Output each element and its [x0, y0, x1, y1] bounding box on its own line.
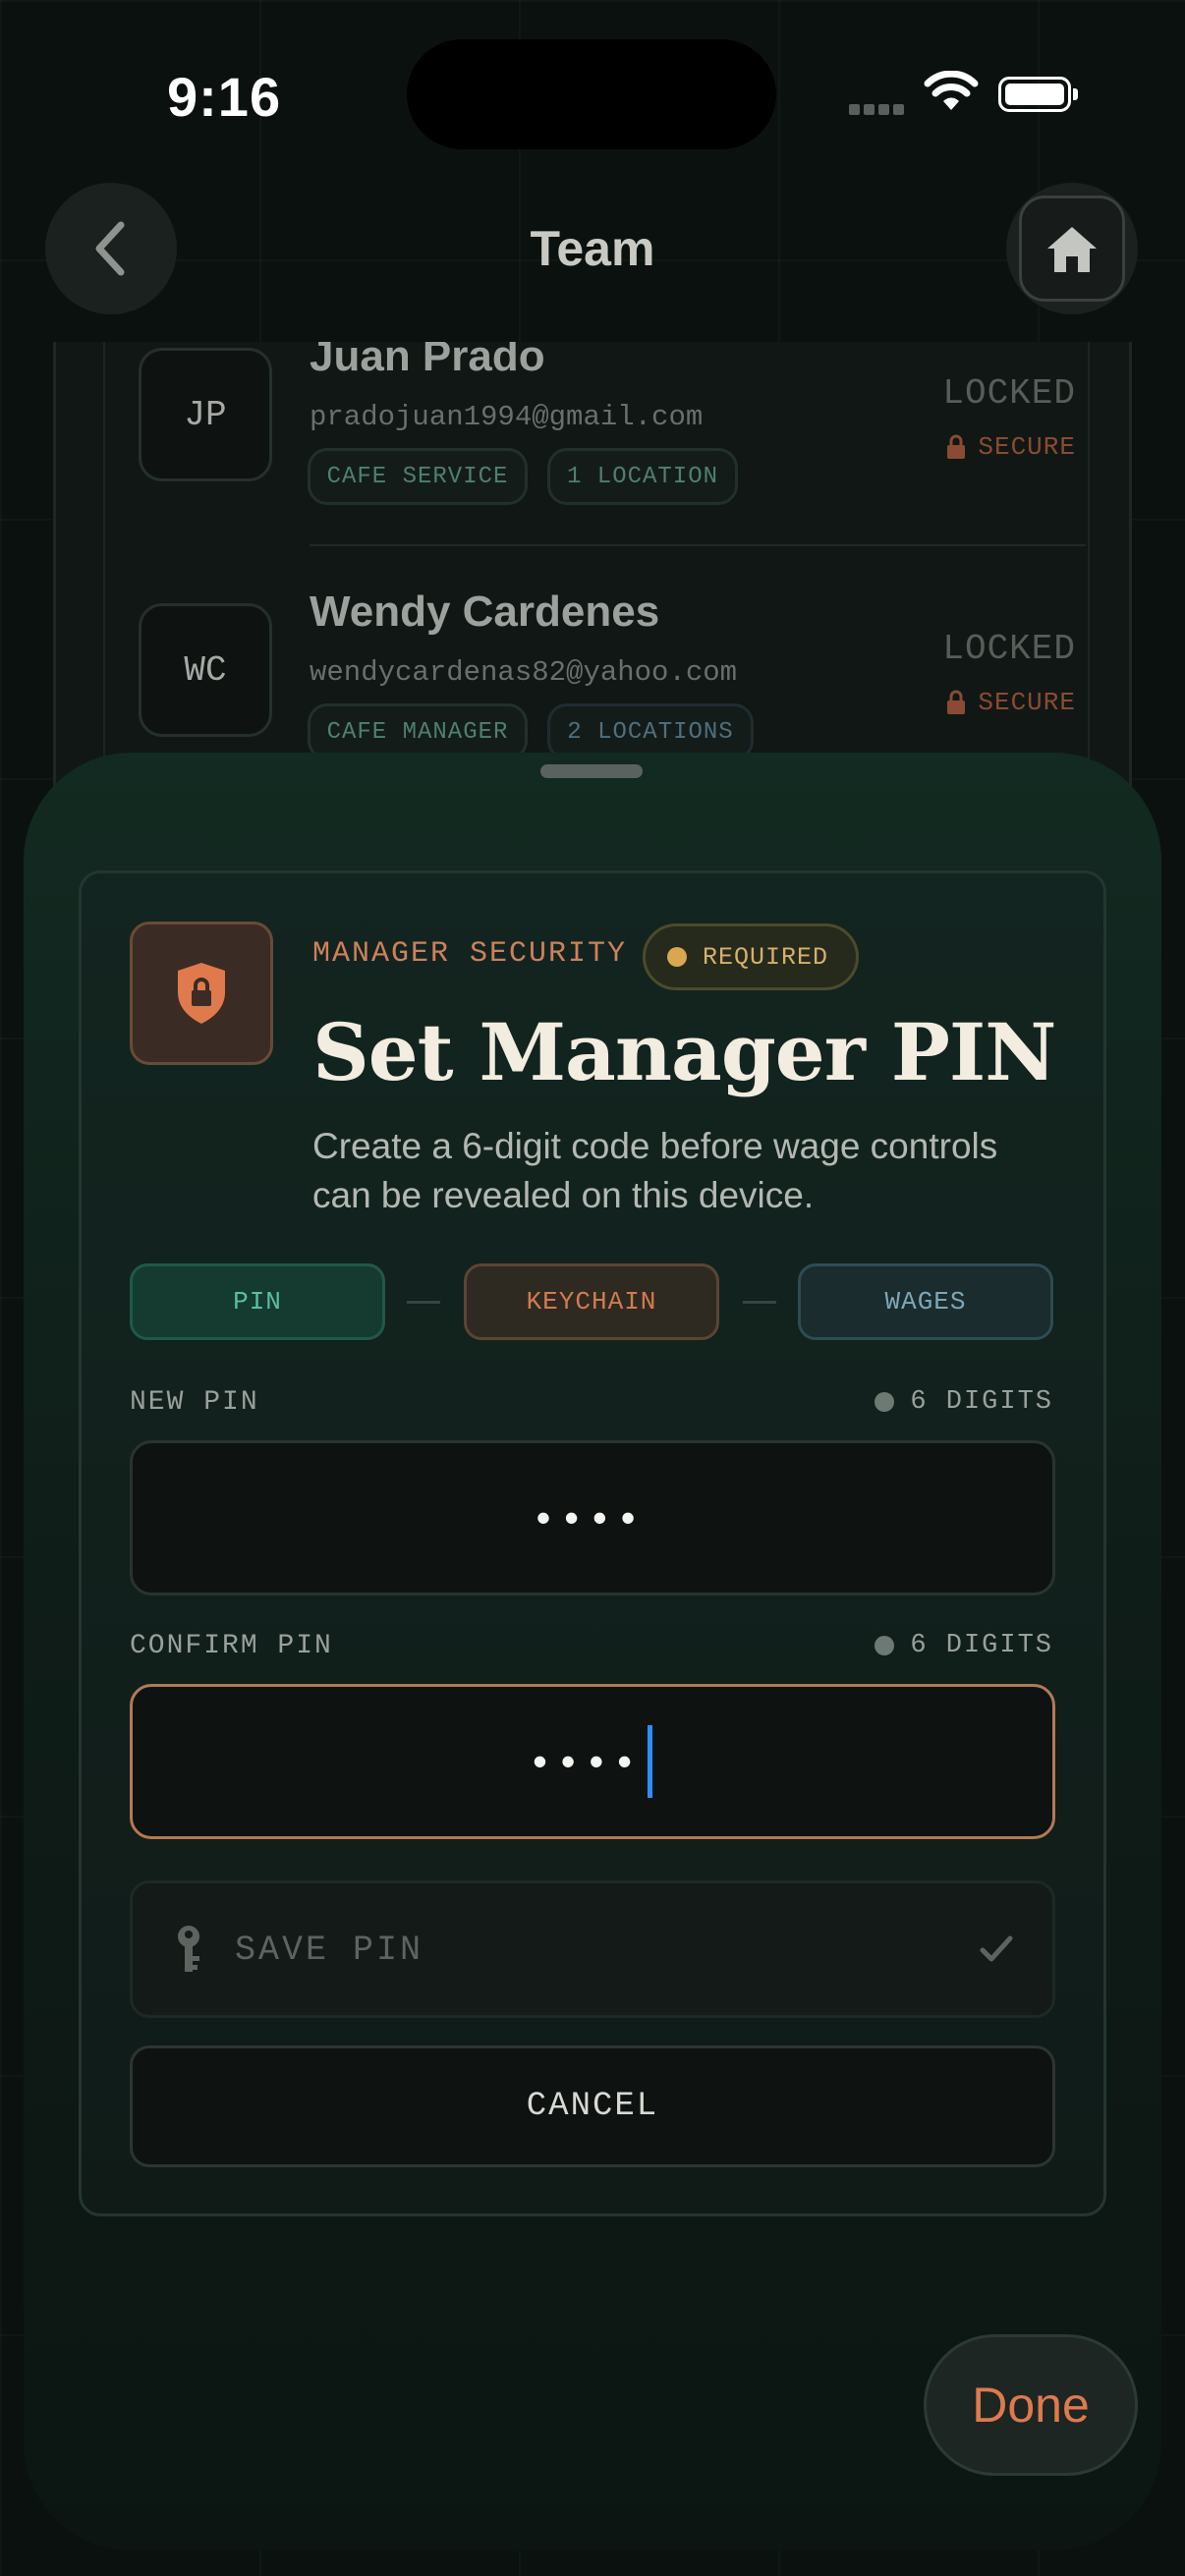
- member-name: Juan Prado: [310, 342, 545, 380]
- secure-label: SECURE: [978, 432, 1076, 462]
- done-button[interactable]: Done: [924, 2334, 1138, 2476]
- member-email: pradojuan1994@gmail.com: [310, 401, 704, 433]
- cellular-signal-icon: [849, 102, 908, 120]
- confirm-pin-hint: 6 DIGITS: [875, 1631, 1053, 1660]
- home-button[interactable]: [1006, 183, 1138, 314]
- new-pin-label: NEW PIN: [130, 1387, 259, 1418]
- new-pin-value: ••••: [536, 1494, 649, 1540]
- shield-lock-icon: [178, 963, 225, 1024]
- new-pin-field[interactable]: ••••: [130, 1440, 1055, 1596]
- checkmark-icon: [980, 1935, 1013, 1962]
- confirm-pin-label: CONFIRM PIN: [130, 1631, 333, 1661]
- status-time: 9:16: [167, 66, 282, 128]
- required-label: REQUIRED: [703, 942, 829, 972]
- member-row[interactable]: JP Juan Prado pradojuan1994@gmail.com CA…: [56, 342, 1129, 588]
- confirm-pin-field[interactable]: ••••: [130, 1684, 1055, 1839]
- house-icon: [1047, 227, 1097, 272]
- team-list: JP Juan Prado pradojuan1994@gmail.com CA…: [53, 342, 1132, 794]
- dynamic-island: [407, 39, 776, 149]
- status-locked: LOCKED: [942, 629, 1076, 669]
- secure-label: SECURE: [978, 688, 1076, 717]
- step-wages: WAGES: [798, 1263, 1053, 1340]
- section-kicker: MANAGER SECURITY: [312, 937, 628, 971]
- status-dot-icon: [667, 947, 687, 967]
- new-pin-hint: 6 DIGITS: [875, 1387, 1053, 1417]
- avatar: WC: [139, 603, 272, 737]
- new-pin-hint-label: 6 DIGITS: [910, 1387, 1053, 1417]
- hint-dot-icon: [875, 1636, 895, 1655]
- save-pin-label: SAVE PIN: [235, 1931, 424, 1970]
- key-icon: [178, 1926, 199, 1972]
- battery-icon: [998, 77, 1078, 112]
- cancel-button[interactable]: CANCEL: [130, 2045, 1055, 2167]
- lock-icon: [947, 690, 966, 714]
- wifi-icon: [924, 71, 979, 110]
- confirm-pin-hint-label: 6 DIGITS: [910, 1631, 1053, 1660]
- lock-icon: [947, 434, 966, 459]
- required-badge: REQUIRED: [643, 924, 860, 990]
- member-name: Wendy Cardenes: [310, 588, 660, 636]
- step-separator: [743, 1301, 776, 1304]
- step-separator: [407, 1301, 440, 1304]
- member-email: wendycardenas82@yahoo.com: [310, 656, 738, 689]
- location-chip: 1 LOCATION: [547, 448, 738, 505]
- shield-badge: [130, 922, 273, 1065]
- sheet-subtitle: Create a 6-digit code before wage contro…: [312, 1126, 998, 1215]
- avatar: JP: [139, 348, 272, 481]
- text-caret: [647, 1725, 652, 1798]
- step-pin: PIN: [130, 1263, 385, 1340]
- save-pin-button[interactable]: SAVE PIN: [130, 1880, 1055, 2018]
- step-keychain: KEYCHAIN: [464, 1263, 719, 1340]
- status-locked: LOCKED: [942, 373, 1076, 414]
- row-divider: [310, 544, 1086, 546]
- hint-dot-icon: [875, 1392, 895, 1412]
- status-bar: 9:16: [0, 0, 1185, 187]
- sheet-title: Set Manager PIN: [312, 1006, 1056, 1098]
- sheet-grabber[interactable]: [540, 764, 643, 778]
- role-chip: CAFE SERVICE: [308, 448, 528, 505]
- confirm-pin-value: ••••: [533, 1738, 646, 1784]
